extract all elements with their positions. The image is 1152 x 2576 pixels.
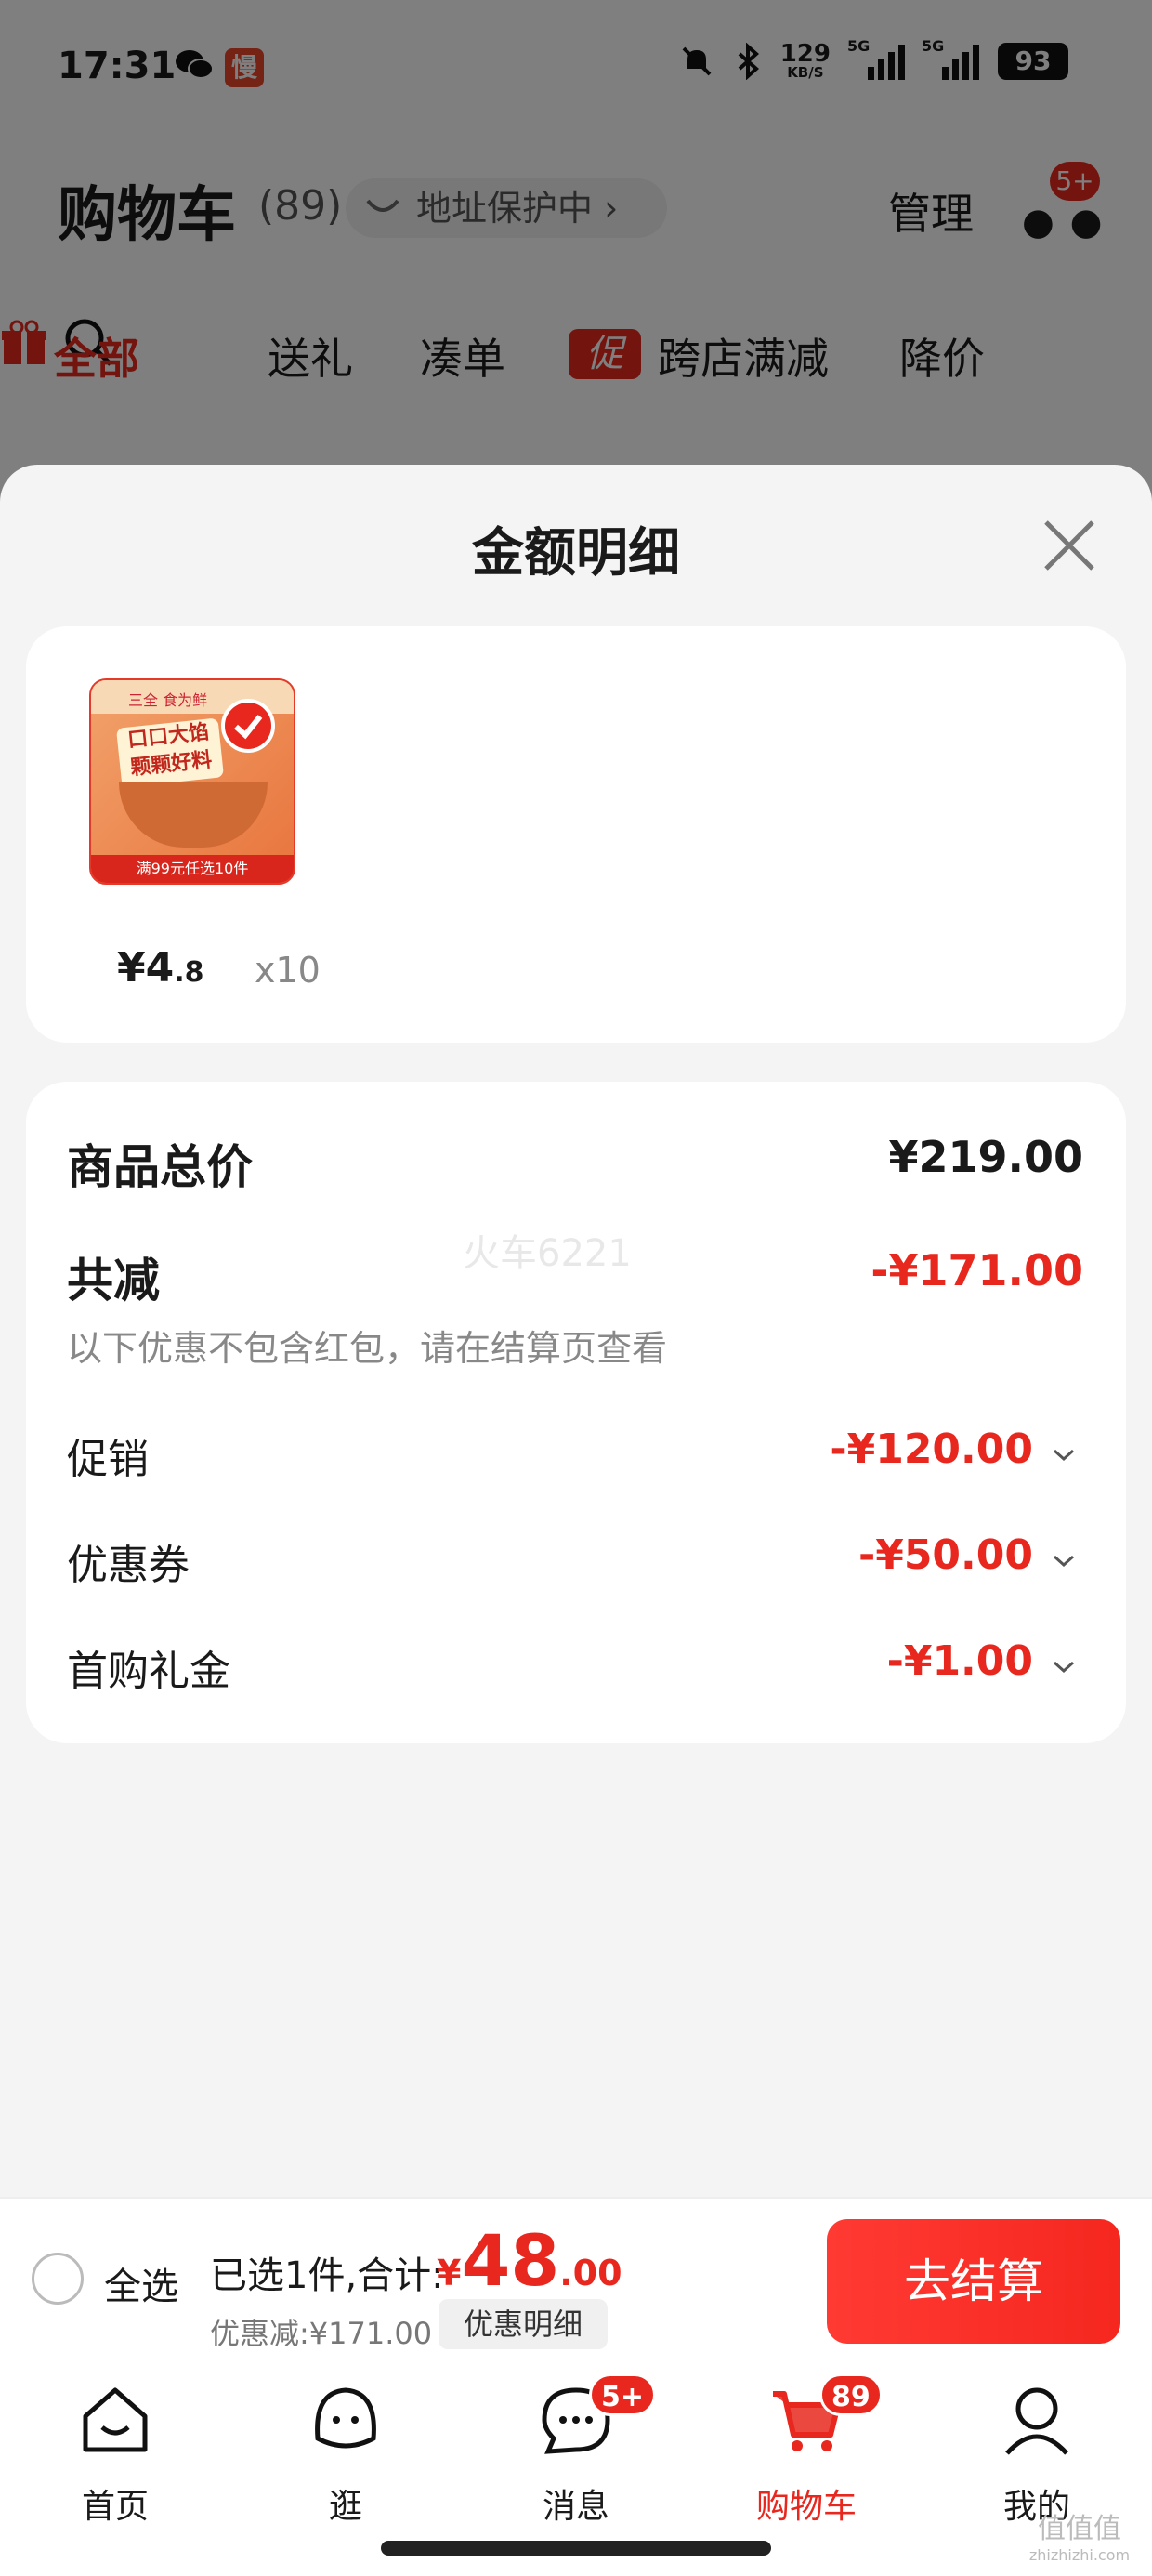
reduction-value: -¥171.00 bbox=[871, 1245, 1083, 1295]
cart-badge: 89 bbox=[819, 2373, 883, 2416]
tab-home-label: 首页 bbox=[81, 2488, 149, 2526]
coupon-value: -¥50.00 bbox=[857, 1531, 1033, 1579]
thumb-label: 口口大馅 颗颗好料 bbox=[115, 717, 225, 788]
tab-messages[interactable]: 5+ 消息 bbox=[502, 2373, 657, 2531]
home-icon bbox=[83, 2387, 148, 2452]
total-amount: ¥48.00 bbox=[437, 2219, 622, 2302]
selected-summary: 已选1件,合计: bbox=[210, 2254, 444, 2297]
dumpling-bowl-image bbox=[119, 782, 268, 848]
coupon-label: 优惠券 bbox=[67, 1542, 190, 1589]
modal-overlay[interactable] bbox=[0, 0, 1152, 520]
first-buy-value: -¥1.00 bbox=[886, 1637, 1033, 1685]
chevron-down-icon bbox=[1053, 1555, 1075, 1568]
select-all-radio[interactable] bbox=[32, 2253, 84, 2305]
tab-messages-label: 消息 bbox=[542, 2488, 609, 2526]
tab-cart-label: 购物车 bbox=[755, 2488, 857, 2526]
select-all-label[interactable]: 全选 bbox=[104, 2256, 178, 2310]
thumb-promo-bar: 满99元任选10件 bbox=[91, 855, 294, 883]
total-price-label: 商品总价 bbox=[67, 1140, 253, 1194]
browse-face-icon bbox=[315, 2387, 376, 2449]
product-thumbnail[interactable]: 三全 食为鲜 口口大馅 颗颗好料 满99元任选10件 bbox=[89, 678, 295, 885]
price-breakdown-card: 火车6221 商品总价 ¥219.00 共减 -¥171.00 以下优惠不包含红… bbox=[26, 1082, 1126, 1743]
discount-detail-button[interactable]: 优惠明细 bbox=[439, 2299, 608, 2349]
messages-badge: 5+ bbox=[589, 2373, 657, 2416]
item-card: 三全 食为鲜 口口大馅 颗颗好料 满99元任选10件 ¥4.8 x10 bbox=[26, 626, 1126, 1043]
total-price-value: ¥219.00 bbox=[888, 1132, 1083, 1182]
checkout-bar: 全选 已选1件,合计: ¥48.00 优惠减:¥171.00 优惠明细 去结算 bbox=[0, 2197, 1152, 2364]
promo-value: -¥120.00 bbox=[830, 1426, 1033, 1473]
amount-detail-sheet: 金额明细 三全 食为鲜 口口大馅 颗颗好料 满99元任选10件 ¥4.8 x10… bbox=[0, 465, 1152, 2197]
checkout-button[interactable]: 去结算 bbox=[827, 2219, 1120, 2344]
first-buy-label: 首购礼金 bbox=[67, 1648, 230, 1695]
sheet-title: 金额明细 bbox=[472, 523, 680, 584]
item-price: ¥4.8 bbox=[117, 944, 204, 992]
promo-label: 促销 bbox=[67, 1436, 149, 1483]
profile-icon bbox=[1005, 2387, 1068, 2455]
discount-summary: 优惠减:¥171.00 bbox=[210, 2316, 433, 2351]
chevron-down-icon bbox=[1053, 1661, 1075, 1674]
reduction-label: 共减 bbox=[67, 1254, 160, 1308]
home-indicator[interactable] bbox=[381, 2541, 771, 2556]
selected-check-icon bbox=[221, 699, 275, 753]
item-quantity: x10 bbox=[255, 950, 321, 991]
reduction-note: 以下优惠不包含红包，请在结算页查看 bbox=[67, 1328, 668, 1369]
tab-cart[interactable]: 89 购物车 bbox=[732, 2373, 883, 2531]
site-watermark: 值值值 zhizhizhi.com bbox=[1028, 2513, 1131, 2564]
tab-home[interactable]: 首页 bbox=[41, 2383, 190, 2531]
tab-browse[interactable]: 逛 bbox=[271, 2383, 420, 2531]
close-icon[interactable] bbox=[1039, 515, 1100, 576]
chevron-down-icon bbox=[1053, 1449, 1075, 1462]
tab-browse-label: 逛 bbox=[328, 2488, 362, 2526]
watermark: 火车6221 bbox=[463, 1232, 632, 1275]
